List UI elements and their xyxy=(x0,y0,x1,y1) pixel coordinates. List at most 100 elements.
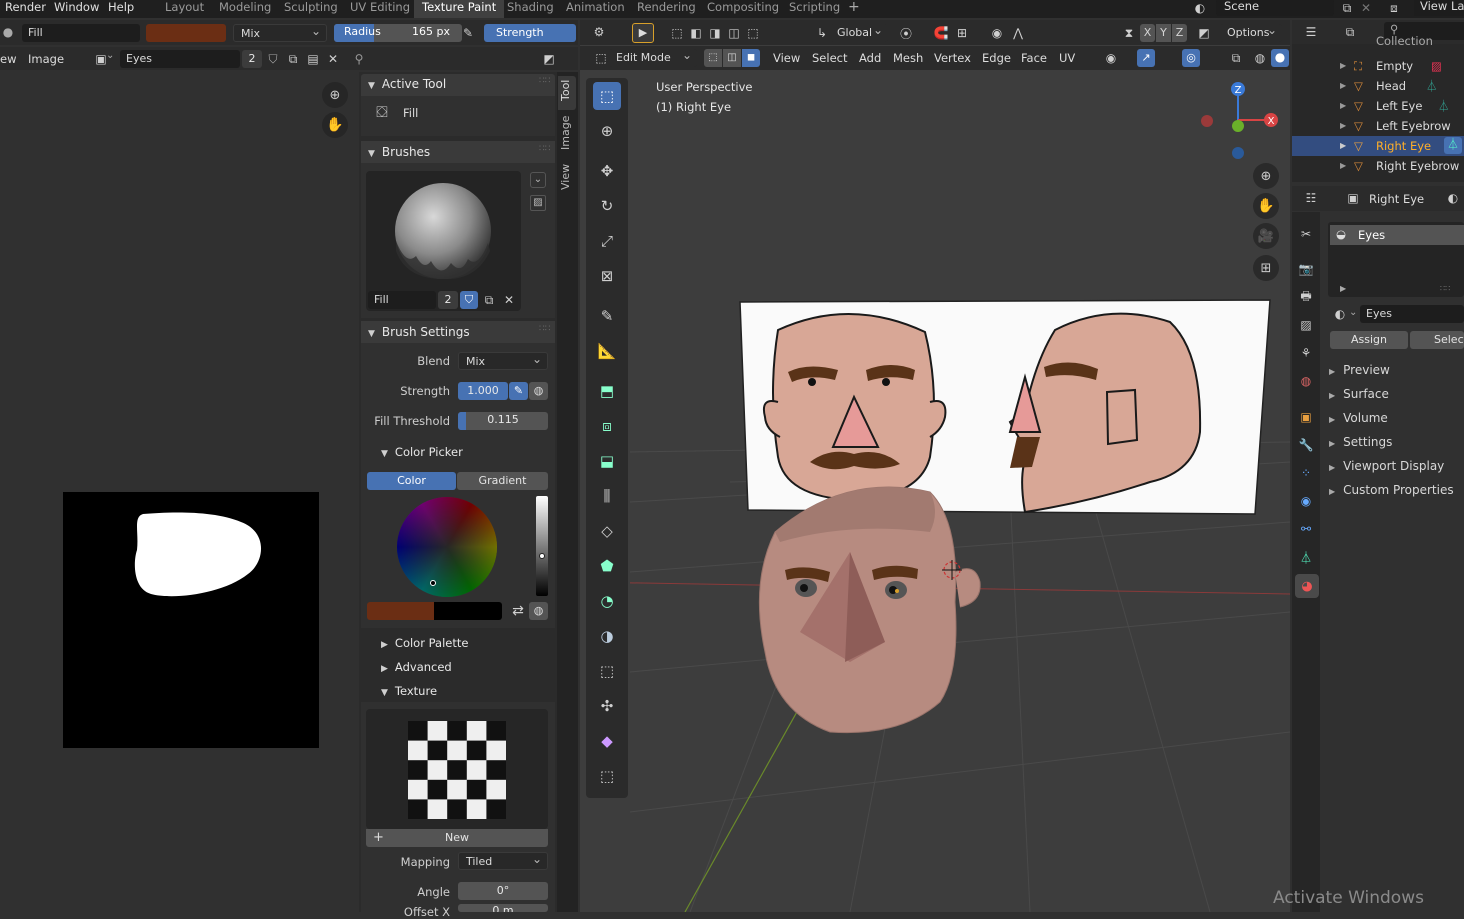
browse-icon[interactable]: ◐ xyxy=(1445,190,1461,206)
viewport-zoom-icon[interactable]: ⊕ xyxy=(1253,163,1279,189)
viewport-display-section[interactable]: ▶ Viewport Display xyxy=(1329,459,1444,473)
vertex-select-icon[interactable]: ⬚ xyxy=(704,49,722,67)
image-name-field[interactable]: Eyes xyxy=(120,50,240,68)
menu-mesh[interactable]: Mesh xyxy=(893,51,923,65)
shrink-fatten-tool-icon[interactable]: ✣ xyxy=(593,692,621,720)
render-tab-icon[interactable]: 📷 xyxy=(1298,261,1314,277)
physics-tab-icon[interactable]: ◉ xyxy=(1298,493,1314,509)
assign-button[interactable]: Assign xyxy=(1330,331,1408,349)
material-browse-icon[interactable]: ◐ xyxy=(1332,306,1348,322)
select-mode-extend-icon[interactable]: ◧ xyxy=(688,25,704,41)
view-layer-icon[interactable]: ⧈ xyxy=(1386,0,1402,16)
chevron-down-icon[interactable]: ⌄ xyxy=(1349,307,1357,318)
view-menu[interactable]: ew xyxy=(0,52,16,66)
snap-icon[interactable]: 🧲 xyxy=(933,25,949,41)
expand-slot-icon[interactable]: ▶ xyxy=(1340,284,1346,293)
gradient-tab[interactable]: Gradient xyxy=(457,472,548,490)
texture-section[interactable]: ▼ Texture xyxy=(381,684,437,698)
transform-tool-icon[interactable]: ⊠ xyxy=(593,262,621,290)
chevron-down-icon[interactable]: ⌄ xyxy=(106,50,114,61)
mirror-z-toggle[interactable]: Z xyxy=(1172,24,1187,42)
tab-view[interactable]: View xyxy=(558,160,576,196)
tab-layout[interactable]: Layout xyxy=(157,0,212,18)
edge-select-icon[interactable]: ◫ xyxy=(723,49,741,67)
unlink-image-icon[interactable]: ✕ xyxy=(325,51,341,67)
bevel-tool-icon[interactable]: ⬓ xyxy=(593,447,621,475)
visibility-eye-icon[interactable]: ◉ xyxy=(1103,50,1119,66)
pin-icon[interactable]: ⚲ xyxy=(351,51,367,67)
rip-tool-icon[interactable]: ⬚ xyxy=(593,762,621,790)
poly-build-tool-icon[interactable]: ⬟ xyxy=(593,552,621,580)
unified-strength-globe-icon[interactable]: ◍ xyxy=(529,382,548,400)
select-box-tool-icon[interactable]: ⬚ xyxy=(593,82,621,110)
scale-tool-icon[interactable]: ⤢ xyxy=(593,227,621,255)
measure-tool-icon[interactable]: 📐 xyxy=(593,337,621,365)
secondary-color-swatch[interactable] xyxy=(434,602,502,620)
open-image-icon[interactable]: ▤ xyxy=(305,51,321,67)
inset-tool-icon[interactable]: ⧈ xyxy=(593,412,621,440)
tab-scripting[interactable]: Scripting xyxy=(781,0,848,18)
fill-threshold-slider[interactable]: 0.115 xyxy=(458,412,548,430)
editor-type-icon[interactable]: ⚙ xyxy=(591,24,607,40)
advanced-section[interactable]: ▶ Advanced xyxy=(381,660,452,674)
drag-handle-icon[interactable]: ∷∷ xyxy=(539,144,550,154)
tab-compositing[interactable]: Compositing xyxy=(699,0,787,18)
mapping-select[interactable]: Tiled xyxy=(458,850,548,870)
material-tab-icon[interactable]: ◕ xyxy=(1295,574,1319,598)
scene-field[interactable]: Scene xyxy=(1216,0,1334,16)
solid-shading-icon[interactable]: ● xyxy=(1271,49,1289,67)
material-slot-row[interactable]: ◒ Eyes xyxy=(1330,225,1464,245)
menu-render[interactable]: Render xyxy=(5,0,46,18)
tab-uv-editing[interactable]: UV Editing xyxy=(342,0,418,18)
viewport-pan-icon[interactable]: ✋ xyxy=(1253,193,1279,219)
loop-cut-tool-icon[interactable]: ⫼ xyxy=(593,482,621,510)
menu-select[interactable]: Select xyxy=(812,51,847,65)
smooth-tool-icon[interactable]: ◑ xyxy=(593,622,621,650)
orientation-dropdown[interactable]: Global xyxy=(830,21,888,42)
color-palette-section[interactable]: ▶ Color Palette xyxy=(381,636,468,650)
brush-name-field[interactable]: Fill xyxy=(368,291,436,309)
unified-color-globe-icon[interactable]: ◍ xyxy=(529,602,548,620)
tab-tool[interactable]: Tool xyxy=(558,76,576,110)
outliner-item-right-eyebrow[interactable]: ▶ ▽ Right Eyebrow xyxy=(1292,156,1464,176)
falloff-icon[interactable]: ⋀ xyxy=(1010,25,1026,41)
tab-rendering[interactable]: Rendering xyxy=(629,0,704,18)
eye-texture-image[interactable] xyxy=(63,492,319,748)
new-scene-icon[interactable]: ⧉ xyxy=(1339,0,1355,16)
strength-pressure-icon[interactable]: ✎ xyxy=(509,382,528,400)
constraints-tab-icon[interactable]: ⚯ xyxy=(1298,521,1314,537)
xray-icon[interactable]: ⧉ xyxy=(1228,50,1244,66)
particles-tab-icon[interactable]: ⁘ xyxy=(1298,465,1314,481)
menu-vertex[interactable]: Vertex xyxy=(934,51,971,65)
display-channels-icon[interactable]: ◩ xyxy=(541,51,557,67)
brush-users-count[interactable]: 2 xyxy=(438,291,458,309)
angle-field[interactable]: 0° xyxy=(458,882,548,900)
fake-user-icon[interactable]: ⛉ xyxy=(265,51,281,67)
delete-scene-icon[interactable]: ✕ xyxy=(1358,0,1374,16)
outliner-item-head[interactable]: ▶ ▽ Head ⏃ xyxy=(1292,76,1464,96)
custom-properties-section[interactable]: ▶ Custom Properties xyxy=(1329,483,1454,497)
brush-color-swatch[interactable] xyxy=(146,24,226,42)
tab-shading[interactable]: Shading xyxy=(499,0,562,18)
modifier-tab-icon[interactable]: 🔧 xyxy=(1298,437,1314,453)
menu-uv[interactable]: UV xyxy=(1059,51,1075,65)
radius-pressure-icon[interactable]: ✎ xyxy=(460,25,476,41)
duplicate-image-icon[interactable]: ⧉ xyxy=(285,51,301,67)
outliner-item-left-eye[interactable]: ▶ ▽ Left Eye ⏃ xyxy=(1292,96,1464,116)
gizmo-toggle-icon[interactable]: ↗ xyxy=(1137,49,1155,67)
brush-name-field[interactable]: Fill xyxy=(22,24,140,42)
mirror-x-toggle[interactable]: X xyxy=(1140,24,1155,42)
output-tab-icon[interactable]: 🖶 xyxy=(1298,289,1314,305)
image-menu[interactable]: Image xyxy=(28,52,64,66)
data-tab-icon[interactable]: ⏃ xyxy=(1298,549,1314,565)
select-mode-new-icon[interactable]: ⬚ xyxy=(669,25,685,41)
outliner-item-empty[interactable]: ▶ ⛶ Empty ▨ xyxy=(1292,56,1464,76)
shear-tool-icon[interactable]: ◆ xyxy=(593,727,621,755)
brush-list-chevron-icon[interactable]: ⌄ xyxy=(530,172,546,188)
select-tool-icon[interactable]: ▶ xyxy=(632,23,654,43)
duplicate-brush-icon[interactable]: ⧉ xyxy=(481,292,497,308)
primary-color-swatch[interactable] xyxy=(367,602,434,620)
blend-select[interactable]: Mix xyxy=(458,350,548,370)
menu-help[interactable]: Help xyxy=(108,0,134,18)
strength-field[interactable]: 1.000 xyxy=(458,382,508,400)
